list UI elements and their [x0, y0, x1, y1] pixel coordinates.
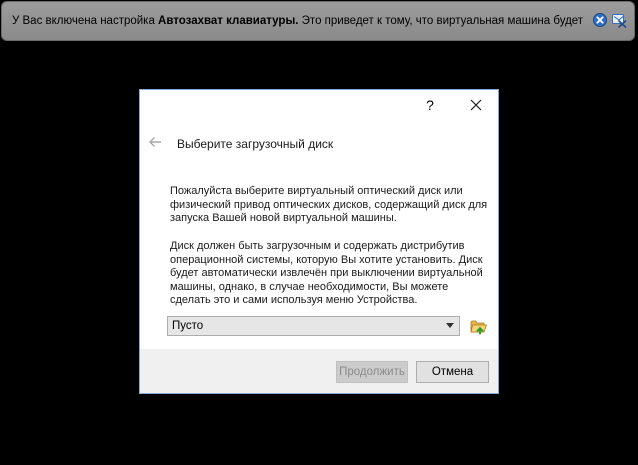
- notification-text-before: У Вас включена настройка: [12, 15, 159, 27]
- page-title: Выберите загрузочный диск: [177, 137, 334, 151]
- dialog-titlebar[interactable]: ?: [140, 90, 498, 120]
- notification-bar: У Вас включена настройка Автозахват клав…: [1, 1, 635, 41]
- description-paragraph-1: Пожалуйста выберите виртуальный оптическ…: [170, 185, 488, 224]
- close-icon[interactable]: [466, 95, 486, 115]
- dialog-footer: Продолжить Отмена: [140, 349, 498, 393]
- description-paragraph-2: Диск должен быть загрузочным и содержать…: [170, 240, 483, 306]
- cancel-button[interactable]: Отмена: [416, 361, 489, 383]
- notification-text: У Вас включена настройка Автозахват клав…: [12, 14, 590, 28]
- combobox-value: Пусто: [172, 320, 204, 332]
- help-button[interactable]: ?: [420, 95, 440, 115]
- folder-open-icon[interactable]: [469, 316, 489, 336]
- vm-screen[interactable]: У Вас включена настройка Автозахват клав…: [0, 0, 638, 465]
- back-arrow-icon[interactable]: [148, 136, 162, 148]
- select-boot-disk-dialog: ? Выберите загрузочный диск Пожалуйста в…: [139, 89, 499, 394]
- continue-button[interactable]: Продолжить: [336, 361, 408, 383]
- notification-text-bold: Автозахват клавиатуры.: [158, 15, 299, 27]
- notification-text-after: Это приведет к тому, что виртуальная маш…: [298, 15, 584, 27]
- boot-disk-combobox[interactable]: Пусто: [167, 316, 460, 336]
- chevron-down-icon: [446, 323, 454, 328]
- close-circle-icon[interactable]: [593, 13, 607, 27]
- dismiss-message-icon[interactable]: [611, 12, 627, 28]
